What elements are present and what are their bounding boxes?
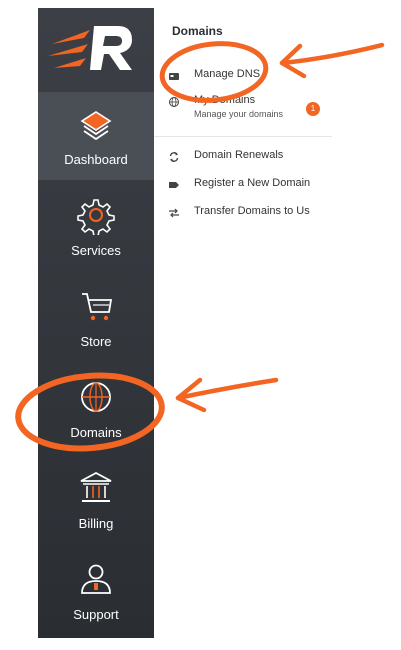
highlight-circle [159, 41, 269, 103]
highlight-circle [15, 372, 165, 452]
arrow-icon [175, 377, 279, 401]
annotation-overlay [15, 41, 385, 452]
